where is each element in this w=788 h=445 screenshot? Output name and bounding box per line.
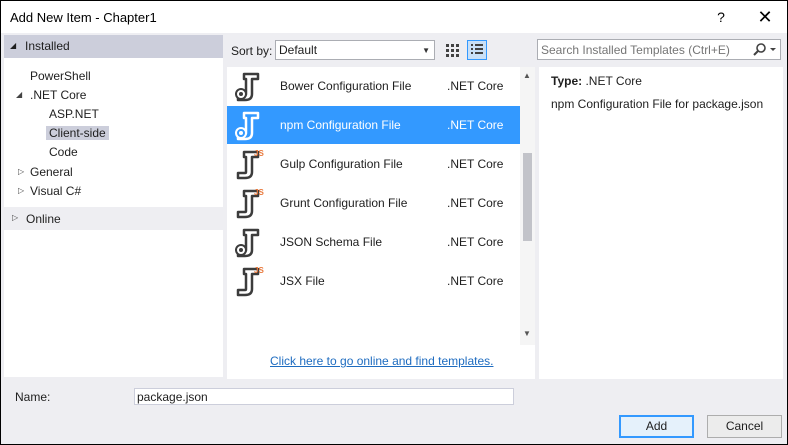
scroll-thumb[interactable] bbox=[523, 153, 532, 241]
grid-view-icon bbox=[446, 44, 459, 57]
collapsed-arrow-icon[interactable]: ▷ bbox=[12, 213, 18, 222]
template-name: Gulp Configuration File bbox=[280, 157, 403, 171]
search-icon[interactable] bbox=[752, 42, 778, 58]
template-row[interactable]: JS Grunt Configuration File .NET Core bbox=[227, 184, 520, 222]
dialog-title: Add New Item - Chapter1 bbox=[10, 10, 157, 25]
template-type: .NET Core bbox=[447, 196, 504, 210]
detail-description: npm Configuration File for package.json bbox=[551, 97, 764, 111]
tree-item-visual-csharp[interactable]: Visual C# bbox=[30, 182, 81, 200]
installed-label: Installed bbox=[25, 39, 70, 53]
add-button[interactable]: Add bbox=[619, 415, 694, 438]
scroll-down-icon[interactable]: ▼ bbox=[523, 329, 531, 338]
npm-config-icon bbox=[232, 109, 266, 141]
tree-item-aspnet[interactable]: ASP.NET bbox=[49, 105, 99, 123]
add-new-item-dialog: Add New Item - Chapter1 ? ✕ ◢ Installed … bbox=[0, 0, 788, 445]
list-view-icon bbox=[471, 44, 483, 54]
detail-type-value: .NET Core bbox=[585, 74, 642, 88]
search-box[interactable] bbox=[537, 39, 781, 60]
grunt-config-icon: JS bbox=[232, 187, 266, 219]
template-name: JSX File bbox=[280, 274, 325, 288]
title-bar: Add New Item - Chapter1 ? ✕ bbox=[1, 1, 787, 33]
template-type: .NET Core bbox=[447, 157, 504, 171]
online-label: Online bbox=[26, 212, 61, 226]
tree-item-powershell[interactable]: PowerShell bbox=[30, 67, 91, 85]
collapsed-arrow-icon[interactable]: ▷ bbox=[18, 167, 24, 176]
collapsed-arrow-icon[interactable]: ▷ bbox=[18, 186, 24, 195]
scroll-up-icon[interactable]: ▲ bbox=[523, 71, 531, 80]
template-name: JSON Schema File bbox=[280, 235, 383, 249]
template-name: npm Configuration File bbox=[280, 118, 401, 132]
gulp-config-icon: JS bbox=[232, 148, 266, 180]
template-details: Type: .NET Core npm Configuration File f… bbox=[539, 67, 783, 379]
jsx-file-icon: JS bbox=[232, 265, 266, 297]
template-type: .NET Core bbox=[447, 118, 504, 132]
template-row[interactable]: JSON Schema File .NET Core bbox=[227, 223, 520, 261]
sort-by-label: Sort by: bbox=[231, 44, 273, 58]
template-name: Grunt Configuration File bbox=[280, 196, 408, 210]
small-icons-view-button[interactable] bbox=[442, 40, 462, 60]
close-button[interactable]: ✕ bbox=[751, 5, 779, 29]
name-field[interactable] bbox=[134, 388, 514, 405]
bower-config-icon bbox=[232, 70, 266, 102]
svg-text:JS: JS bbox=[254, 266, 264, 275]
help-button[interactable]: ? bbox=[707, 5, 735, 29]
template-type: .NET Core bbox=[447, 235, 504, 249]
template-row[interactable]: JS Gulp Configuration File .NET Core bbox=[227, 145, 520, 183]
tree-item-net-core[interactable]: .NET Core bbox=[30, 86, 86, 104]
installed-header[interactable]: ◢ Installed bbox=[4, 35, 223, 58]
online-header[interactable]: ▷ Online bbox=[4, 207, 223, 230]
detail-type-label: Type: bbox=[551, 74, 583, 88]
template-name: Bower Configuration File bbox=[280, 79, 412, 93]
tree-item-client-side[interactable]: Client-side bbox=[46, 124, 109, 142]
chevron-down-icon: ▼ bbox=[422, 46, 430, 55]
json-schema-icon bbox=[232, 226, 266, 258]
template-type: .NET Core bbox=[447, 274, 504, 288]
tree-item-general[interactable]: General bbox=[30, 163, 73, 181]
vertical-scrollbar[interactable]: ▲ ▼ bbox=[520, 67, 535, 345]
svg-text:JS: JS bbox=[254, 188, 264, 197]
template-row[interactable]: Bower Configuration File .NET Core bbox=[227, 67, 520, 105]
template-type: .NET Core bbox=[447, 79, 504, 93]
template-row[interactable]: npm Configuration File .NET Core bbox=[227, 106, 520, 144]
find-templates-online-link[interactable]: Click here to go online and find templat… bbox=[270, 354, 493, 368]
svg-text:JS: JS bbox=[254, 149, 264, 158]
tree-item-code[interactable]: Code bbox=[49, 143, 78, 161]
expanded-arrow-icon[interactable]: ◢ bbox=[10, 41, 16, 50]
name-label: Name: bbox=[15, 390, 51, 404]
cancel-button[interactable]: Cancel bbox=[707, 415, 782, 438]
detail-type: Type: .NET Core bbox=[551, 74, 642, 88]
list-view-button[interactable] bbox=[467, 40, 487, 60]
search-input[interactable] bbox=[541, 41, 749, 58]
expanded-arrow-icon[interactable]: ◢ bbox=[16, 90, 22, 99]
template-row[interactable]: JS JSX File .NET Core bbox=[227, 262, 520, 300]
sort-by-value: Default bbox=[279, 43, 318, 57]
sort-by-dropdown[interactable]: Default ▼ bbox=[275, 40, 435, 60]
category-tree: ◢ Installed PowerShell ◢ .NET Core ASP.N… bbox=[4, 35, 223, 377]
template-list: Bower Configuration File .NET Core npm Con… bbox=[227, 67, 535, 379]
